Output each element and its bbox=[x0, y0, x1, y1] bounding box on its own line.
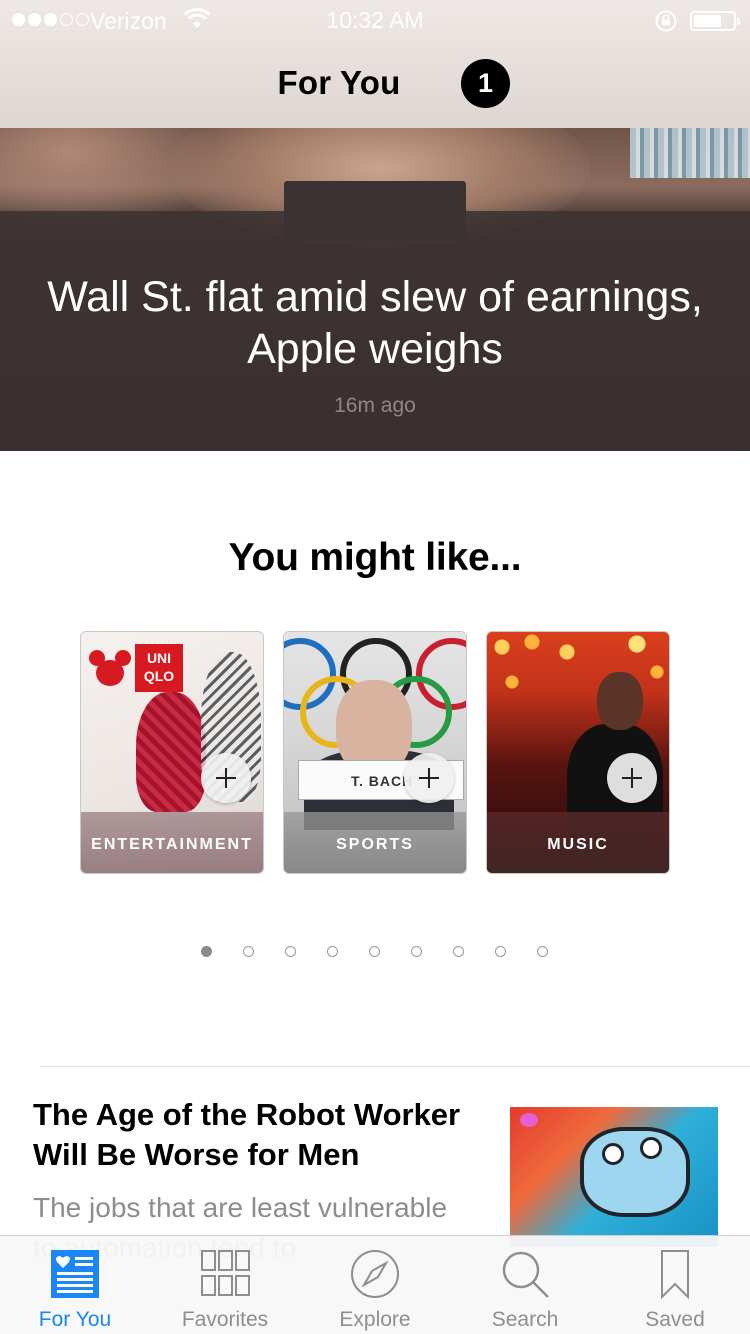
top-bar: Verizon 10:32 AM For You 1 bbox=[0, 0, 750, 128]
page-dot[interactable] bbox=[243, 946, 254, 957]
tab-saved[interactable]: Saved bbox=[600, 1236, 750, 1334]
hero-image-detail bbox=[630, 128, 750, 178]
recommendations-heading: You might like... bbox=[228, 536, 522, 579]
search-icon bbox=[499, 1248, 551, 1300]
notification-badge[interactable]: 1 bbox=[461, 59, 510, 108]
page-dot[interactable] bbox=[495, 946, 506, 957]
tab-label: Search bbox=[491, 1308, 559, 1331]
plus-icon[interactable] bbox=[607, 753, 657, 803]
compass-icon bbox=[349, 1248, 401, 1300]
tab-label: Favorites bbox=[181, 1308, 269, 1331]
bookmark-icon bbox=[649, 1248, 701, 1300]
article-thumbnail[interactable] bbox=[510, 1107, 718, 1247]
rotation-lock-icon bbox=[654, 9, 678, 39]
clock: 10:32 AM bbox=[326, 7, 424, 33]
topic-label: MUSIC bbox=[547, 836, 609, 853]
tab-label: Saved bbox=[645, 1308, 705, 1331]
page-dot[interactable] bbox=[453, 946, 464, 957]
hero-headline: Wall St. flat amid slew of earnings, App… bbox=[47, 273, 703, 373]
topic-card-sports[interactable]: T. BACH SPORTS bbox=[283, 631, 467, 874]
battery-icon bbox=[690, 11, 740, 31]
page-dot[interactable] bbox=[327, 946, 338, 957]
divider bbox=[40, 1066, 750, 1067]
hero-story[interactable]: Wall St. flat amid slew of earnings, App… bbox=[0, 128, 750, 451]
topic-card-entertainment[interactable]: UNI QLO ENTERTAINMENT bbox=[80, 631, 264, 874]
page-dot[interactable] bbox=[369, 946, 380, 957]
topic-card-music[interactable]: MUSIC bbox=[486, 631, 670, 874]
article-title[interactable]: The Age of the Robot Worker Will Be Wors… bbox=[33, 1095, 483, 1175]
tab-explore[interactable]: Explore bbox=[300, 1236, 450, 1334]
page-dot[interactable] bbox=[537, 946, 548, 957]
page-indicator[interactable] bbox=[201, 946, 561, 958]
page-dot[interactable] bbox=[201, 946, 212, 957]
topic-label: SPORTS bbox=[336, 836, 414, 853]
status-bar: Verizon 10:32 AM bbox=[0, 0, 750, 40]
favorites-grid-icon bbox=[199, 1248, 251, 1300]
page-title: For You bbox=[277, 64, 401, 101]
hero-timestamp: 16m ago bbox=[334, 394, 416, 417]
tab-label: For You bbox=[38, 1308, 112, 1331]
plus-icon[interactable] bbox=[201, 753, 251, 803]
for-you-icon bbox=[49, 1248, 101, 1300]
plus-icon[interactable] bbox=[404, 753, 454, 803]
topic-carousel[interactable]: UNI QLO ENTERTAINMENT T. BACH SPORTS MUSI… bbox=[80, 631, 680, 874]
tab-favorites[interactable]: Favorites bbox=[150, 1236, 300, 1334]
page-dot[interactable] bbox=[411, 946, 422, 957]
publisher-logo bbox=[284, 181, 466, 239]
tab-bar: For You Favorites Explore Search Saved bbox=[0, 1235, 750, 1334]
uniqlo-logo: UNI QLO bbox=[135, 644, 183, 692]
tab-for-you[interactable]: For You bbox=[0, 1236, 150, 1334]
tab-search[interactable]: Search bbox=[450, 1236, 600, 1334]
tab-label: Explore bbox=[339, 1308, 411, 1331]
topic-label: ENTERTAINMENT bbox=[91, 836, 253, 853]
page-dot[interactable] bbox=[285, 946, 296, 957]
